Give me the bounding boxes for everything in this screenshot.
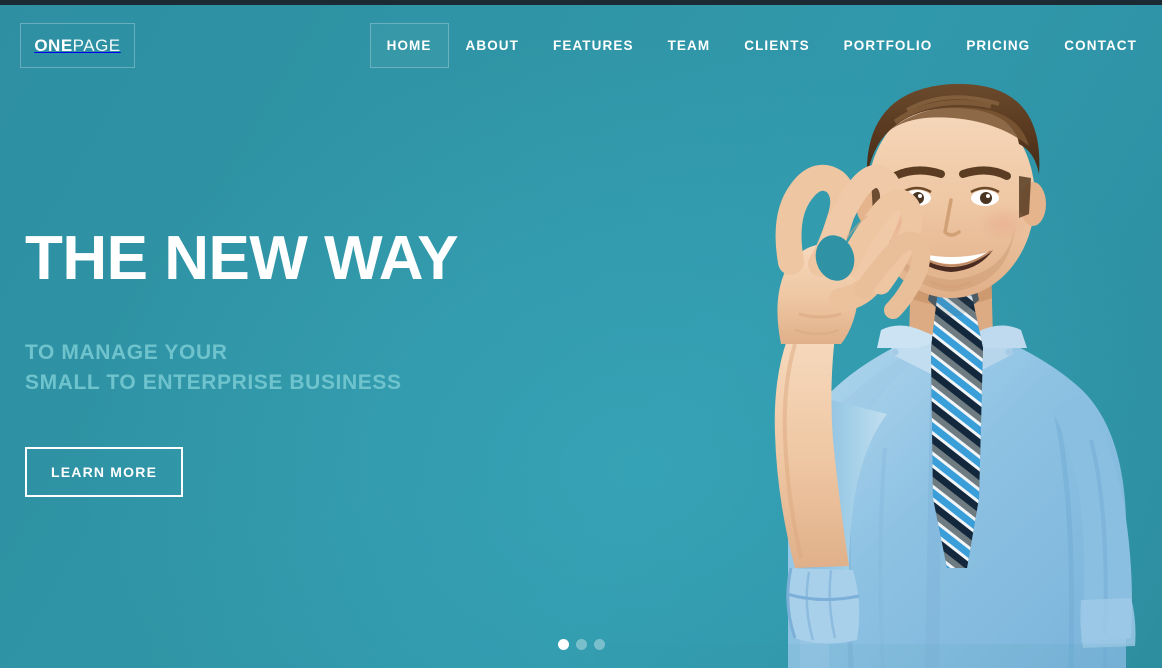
- hero-subtitle: TO MANAGE YOUR SMALL TO ENTERPRISE BUSIN…: [25, 338, 585, 399]
- site-logo[interactable]: ONEPAGE: [20, 23, 135, 68]
- carousel-indicators: [0, 639, 1162, 650]
- carousel-dot-3[interactable]: [593, 639, 605, 650]
- nav-item-about[interactable]: ABOUT: [449, 23, 537, 68]
- top-accent-bar: [0, 0, 1162, 5]
- hero-subtitle-line-2: SMALL TO ENTERPRISE BUSINESS: [25, 371, 402, 395]
- nav-item-contact[interactable]: CONTACT: [1047, 23, 1154, 68]
- hero-content: THE NEW WAY TO MANAGE YOUR SMALL TO ENTE…: [25, 228, 585, 497]
- logo-light-part: PAGE: [72, 35, 121, 55]
- learn-more-button[interactable]: LEARN MORE: [25, 446, 184, 497]
- hero-page: ONEPAGE HOME ABOUT FEATURES TEAM CLIENTS…: [0, 0, 1162, 668]
- hero-photo-businessman: [595, 48, 1162, 668]
- carousel-dot-2[interactable]: [575, 639, 587, 650]
- logo-bold-part: ONE: [34, 35, 73, 55]
- main-navigation: HOME ABOUT FEATURES TEAM CLIENTS PORTFOL…: [369, 23, 1154, 68]
- nav-item-team[interactable]: TEAM: [651, 23, 728, 68]
- nav-item-clients[interactable]: CLIENTS: [727, 23, 826, 68]
- nav-item-features[interactable]: FEATURES: [536, 23, 651, 68]
- nav-item-portfolio[interactable]: PORTFOLIO: [827, 23, 950, 68]
- hero-subtitle-line-1: TO MANAGE YOUR: [25, 341, 228, 364]
- nav-item-home[interactable]: HOME: [369, 23, 449, 68]
- nav-item-pricing[interactable]: PRICING: [949, 23, 1047, 68]
- site-header: ONEPAGE HOME ABOUT FEATURES TEAM CLIENTS…: [0, 5, 1162, 75]
- carousel-dot-1[interactable]: [557, 639, 569, 650]
- logo-text: ONEPAGE: [34, 36, 120, 56]
- page-title: THE NEW WAY: [25, 224, 459, 293]
